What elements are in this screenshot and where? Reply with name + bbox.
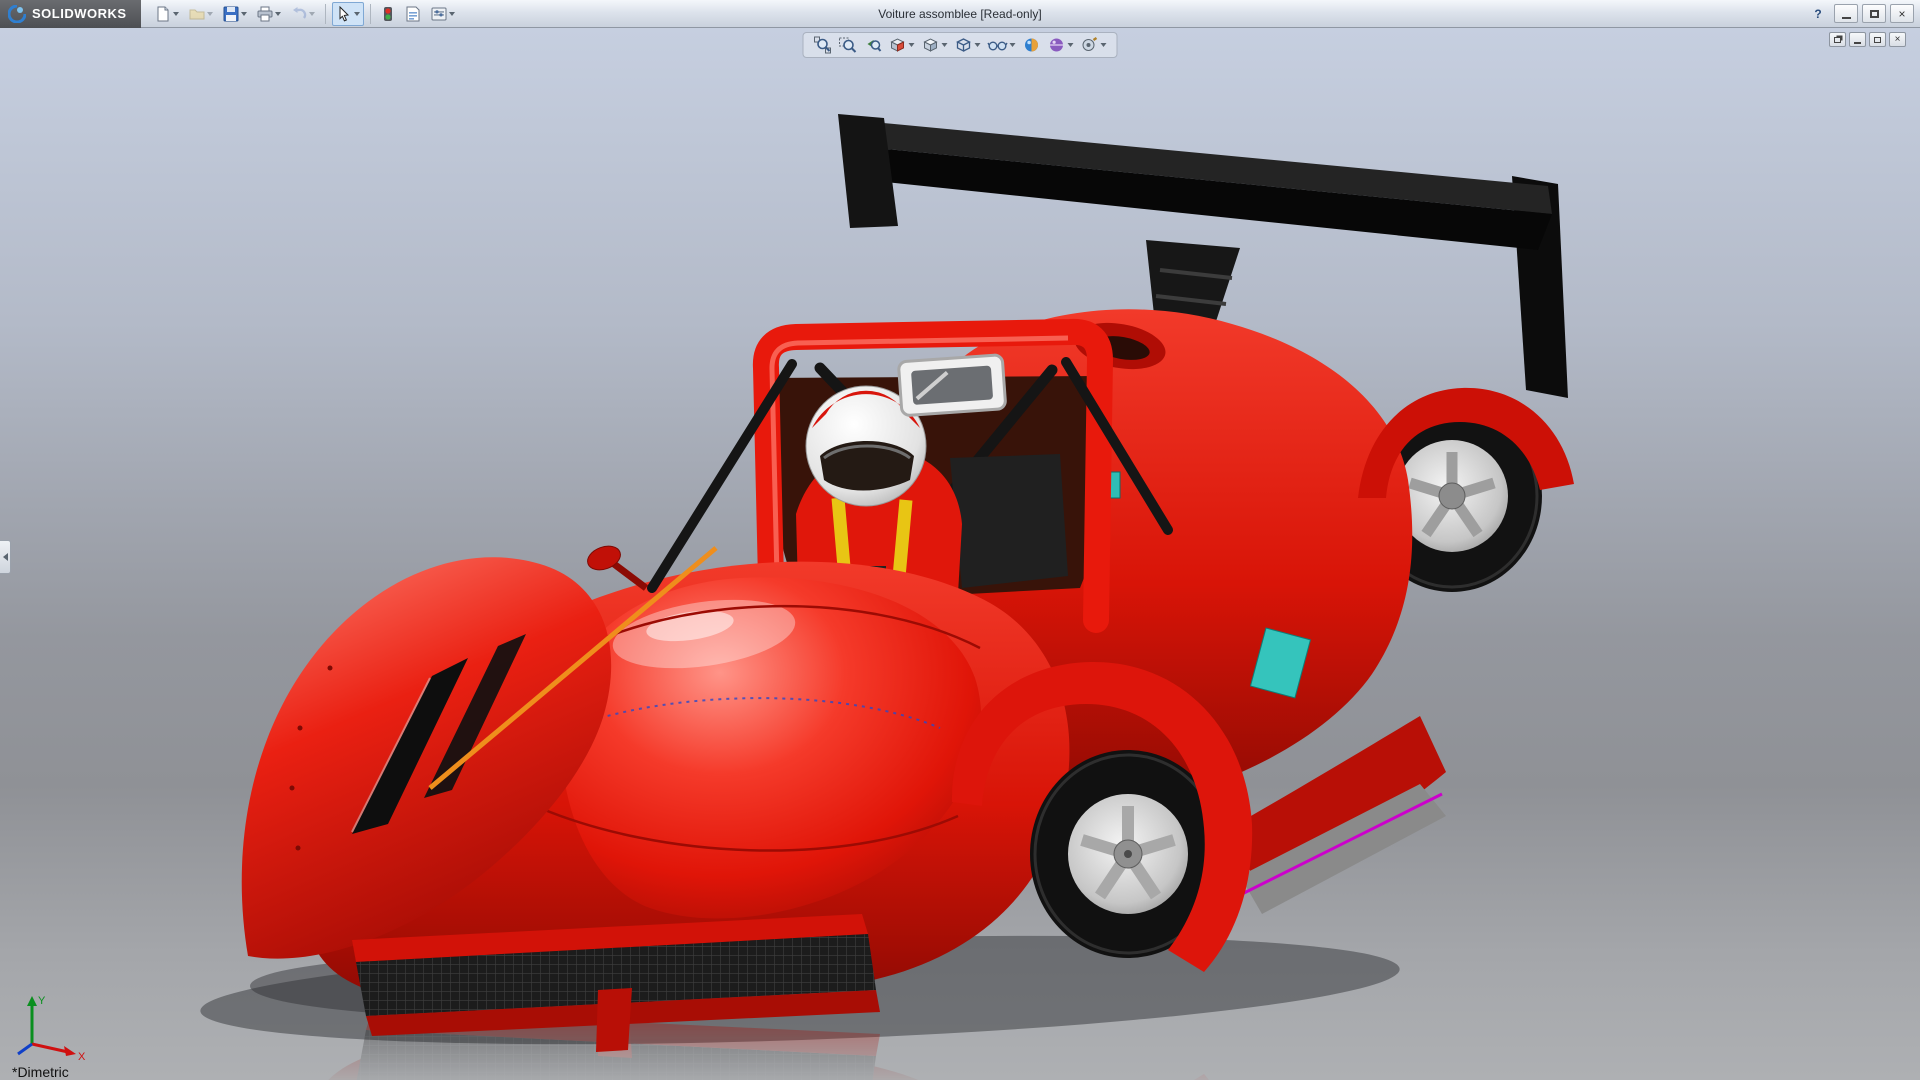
- edit-appearance-button[interactable]: [1021, 35, 1043, 55]
- previous-view-icon: [864, 36, 882, 54]
- dropdown-caret[interactable]: [241, 12, 247, 16]
- sheet-properties-icon: [405, 6, 421, 22]
- undo-arrow-icon: [291, 6, 307, 22]
- view-settings-icon: [1081, 36, 1099, 54]
- open-button[interactable]: [185, 2, 217, 26]
- minimize-icon: [1842, 17, 1851, 19]
- dropdown-caret[interactable]: [909, 43, 915, 47]
- dropdown-caret[interactable]: [1068, 43, 1074, 47]
- restore-icon: [1834, 37, 1841, 43]
- hide-show-items-button[interactable]: [986, 35, 1018, 55]
- dassault-3ds-icon: [8, 5, 26, 23]
- print-button[interactable]: [253, 2, 285, 26]
- view-orientation-label: *Dimetric: [12, 1064, 69, 1080]
- zoom-to-area-button[interactable]: [837, 35, 859, 55]
- select-button[interactable]: [332, 2, 364, 26]
- glasses-icon: [988, 36, 1008, 54]
- view-settings-button[interactable]: [1079, 35, 1109, 55]
- window-title: Voiture assomblee [Read-only]: [878, 7, 1041, 21]
- maximize-icon: [1874, 37, 1881, 43]
- maximize-icon: [1870, 10, 1879, 18]
- section-view-icon: [889, 36, 907, 54]
- zoom-to-fit-button[interactable]: [812, 35, 834, 55]
- close-button[interactable]: ×: [1890, 4, 1914, 23]
- dropdown-caret[interactable]: [1010, 43, 1016, 47]
- solidworks-logo: SOLIDWORKS: [0, 0, 141, 28]
- maximize-button[interactable]: [1862, 4, 1886, 23]
- toolbar-separator: [370, 4, 371, 24]
- doc-maximize-button[interactable]: [1869, 32, 1886, 47]
- car-model-canvas[interactable]: [0, 28, 1920, 1080]
- dropdown-caret[interactable]: [354, 12, 360, 16]
- options-button[interactable]: [427, 2, 459, 26]
- rebuild-button[interactable]: [377, 2, 399, 26]
- display-style-cube-icon: [955, 36, 973, 54]
- headsup-view-toolbar: [803, 32, 1118, 58]
- previous-view-button[interactable]: [862, 35, 884, 55]
- select-cursor-icon: [336, 6, 352, 22]
- axis-y-label: Y: [38, 995, 46, 1007]
- options-icon: [431, 6, 447, 22]
- toolbar-separator: [325, 4, 326, 24]
- new-document-button[interactable]: [151, 2, 183, 26]
- print-icon: [257, 6, 273, 22]
- save-button[interactable]: [219, 2, 251, 26]
- help-button[interactable]: ?: [1806, 4, 1830, 23]
- view-orientation-cube-icon: [922, 36, 940, 54]
- sheet-properties-button[interactable]: [401, 2, 425, 26]
- scene-sphere-icon: [1048, 36, 1066, 54]
- save-floppy-icon: [223, 6, 239, 22]
- undo-button[interactable]: [287, 2, 319, 26]
- dropdown-caret[interactable]: [975, 43, 981, 47]
- view-orientation-button[interactable]: [920, 35, 950, 55]
- car-model[interactable]: [242, 114, 1574, 1052]
- dropdown-caret[interactable]: [1101, 43, 1107, 47]
- dropdown-caret[interactable]: [275, 12, 281, 16]
- new-document-icon: [155, 6, 171, 22]
- minimize-icon: [1854, 42, 1861, 44]
- feature-tree-collapse-tab[interactable]: [0, 540, 11, 574]
- display-style-button[interactable]: [953, 35, 983, 55]
- doc-restore-button[interactable]: [1829, 32, 1846, 47]
- open-folder-icon: [189, 6, 205, 22]
- dropdown-caret[interactable]: [173, 12, 179, 16]
- dropdown-caret[interactable]: [942, 43, 948, 47]
- dropdown-caret[interactable]: [207, 12, 213, 16]
- brand-text: SOLIDWORKS: [32, 6, 127, 21]
- graphics-viewport[interactable]: ×: [0, 28, 1920, 1080]
- titlebar: SOLIDWORKS: [0, 0, 1920, 28]
- dropdown-caret[interactable]: [309, 12, 315, 16]
- doc-close-button[interactable]: ×: [1889, 32, 1906, 47]
- doc-minimize-button[interactable]: [1849, 32, 1866, 47]
- minimize-button[interactable]: [1834, 4, 1858, 23]
- document-window-controls: ×: [1829, 32, 1906, 47]
- apply-scene-button[interactable]: [1046, 35, 1076, 55]
- standard-toolbar: [151, 2, 459, 26]
- appearance-sphere-icon: [1023, 36, 1041, 54]
- axis-x-label: X: [78, 1051, 86, 1062]
- zoom-to-fit-icon: [814, 36, 832, 54]
- reference-triad: X Y: [10, 992, 90, 1062]
- titlebar-window-controls: ? ×: [1806, 4, 1920, 23]
- chevron-left-icon: [3, 553, 8, 561]
- rebuild-traffic-light-icon: [381, 6, 395, 22]
- section-view-button[interactable]: [887, 35, 917, 55]
- dropdown-caret[interactable]: [449, 12, 455, 16]
- zoom-to-area-icon: [839, 36, 857, 54]
